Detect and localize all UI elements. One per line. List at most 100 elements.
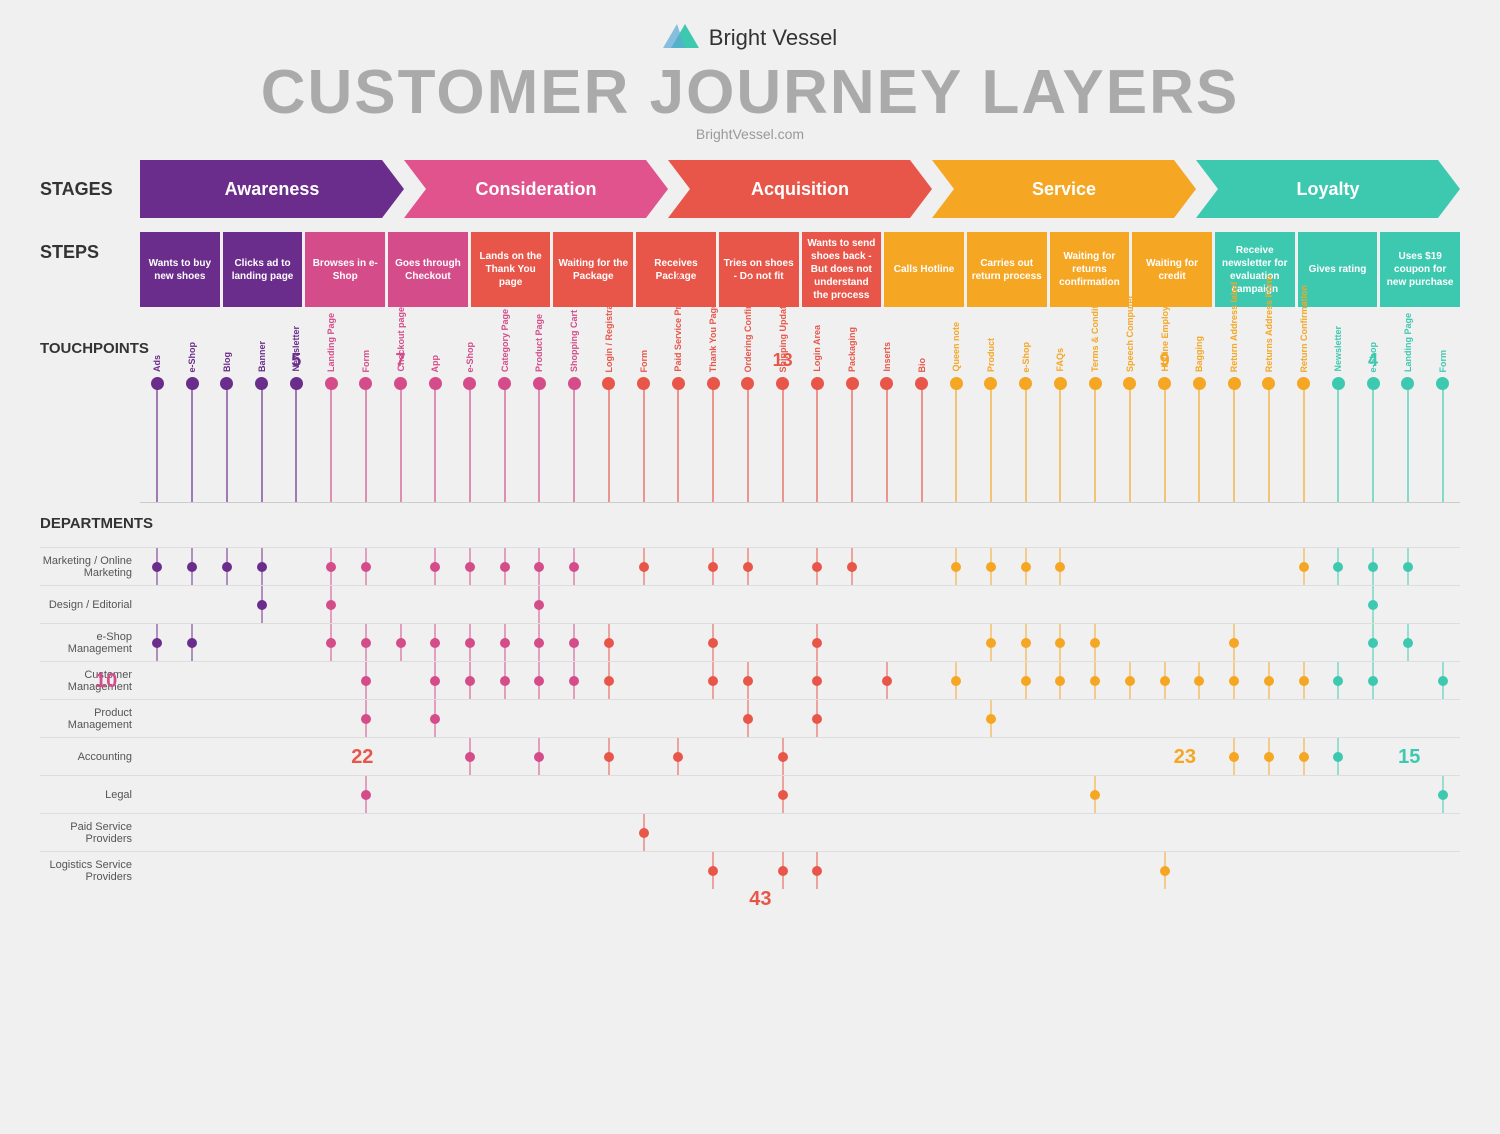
dept-cell-0-29: [1147, 548, 1182, 585]
dept-cell-0-17: [730, 548, 765, 585]
dept-cell-4-6: [348, 700, 383, 737]
dept-dot-0-8: [430, 562, 440, 572]
dept-cell-4-36: [1390, 700, 1425, 737]
dept-cell-4-29: [1147, 700, 1182, 737]
dept-cell-0-8: [418, 548, 453, 585]
dept-cell-0-31: [1217, 548, 1252, 585]
stage-arrow-1: Consideration: [404, 160, 668, 218]
dept-cell-6-3: [244, 776, 279, 813]
tp-label-col-16: Thank You Page: [696, 327, 731, 372]
dept-cell-5-18: [765, 738, 800, 775]
tp-dot-col-10: [487, 372, 522, 502]
dept-dot-0-23: [951, 562, 961, 572]
tp-dot-col-11: [522, 372, 557, 502]
dept-dot-2-6: [361, 638, 371, 648]
dept-dot-3-21: [882, 676, 892, 686]
dept-dot-0-25: [1021, 562, 1031, 572]
dept-row-1: [140, 585, 1460, 623]
dept-cell-7-15: [661, 814, 696, 851]
tp-label-text-36: Landing Page: [1403, 313, 1413, 372]
dept-dot-2-27: [1090, 638, 1100, 648]
dept-dot-6-37: [1438, 790, 1448, 800]
dept-dot-1-5: [326, 600, 336, 610]
dept-dot-2-25: [1021, 638, 1031, 648]
step-box-8: Wants to send shoes back - But does not …: [802, 232, 882, 307]
tp-label-col-23: Queen note: [939, 327, 974, 372]
dept-cell-0-28: [1113, 548, 1148, 585]
dept-cell-1-16: [696, 586, 731, 623]
tp-dot-28: [1123, 377, 1136, 390]
dept-cell-8-21: [869, 852, 904, 889]
dept-cell-7-17: [730, 814, 765, 851]
dept-cell-4-13: [592, 700, 627, 737]
dept-cell-1-37: [1425, 586, 1460, 623]
dept-cell-0-7: [383, 548, 418, 585]
dept-cell-7-13: [592, 814, 627, 851]
tp-line-27: [1094, 380, 1096, 502]
dept-cell-1-26: [1043, 586, 1078, 623]
dept-cell-0-11: [522, 548, 557, 585]
tp-line-29: [1164, 380, 1166, 502]
tp-dot-25: [1019, 377, 1032, 390]
dept-dot-3-12: [569, 676, 579, 686]
dept-cell-8-13: [592, 852, 627, 889]
dept-cell-4-18: [765, 700, 800, 737]
tp-line-15: [677, 380, 679, 502]
dept-cell-3-0: [140, 662, 175, 699]
dept-cell-4-32: [1252, 700, 1287, 737]
tp-dot-23: [950, 377, 963, 390]
dept-cell-7-28: [1113, 814, 1148, 851]
dept-label-6: Legal: [40, 775, 140, 813]
dept-cell-2-6: [348, 624, 383, 661]
dept-cell-0-26: [1043, 548, 1078, 585]
dept-cell-5-31: [1217, 738, 1252, 775]
dept-cell-4-21: [869, 700, 904, 737]
dept-cell-5-14: [626, 738, 661, 775]
tp-dot-7: [394, 377, 407, 390]
dept-cell-7-21: [869, 814, 904, 851]
dept-cell-4-4: [279, 700, 314, 737]
tp-dot-27: [1089, 377, 1102, 390]
tp-label-text-30: Bagging: [1194, 336, 1204, 372]
dept-cell-7-32: [1252, 814, 1287, 851]
tp-line-19: [816, 380, 818, 502]
dept-cell-2-29: [1147, 624, 1182, 661]
tp-dot-2: [220, 377, 233, 390]
dept-cell-8-2: [209, 852, 244, 889]
tp-dot-8: [429, 377, 442, 390]
dept-dot-0-34: [1333, 562, 1343, 572]
tp-label-text-20: Packaging: [847, 327, 857, 372]
dept-cell-1-35: [1356, 586, 1391, 623]
dept-cell-2-11: [522, 624, 557, 661]
step-box-9: Calls Hotline: [884, 232, 964, 307]
dept-label-3: Customer Management: [40, 661, 140, 699]
tp-dot-col-27: [1078, 372, 1113, 502]
tp-dot-col-14: [626, 372, 661, 502]
dept-cell-1-25: [1008, 586, 1043, 623]
dept-cell-0-1: [175, 548, 210, 585]
dept-label-0: Marketing / Online Marketing: [40, 547, 140, 585]
step-box-13: Receive newsletter for evaluation campai…: [1215, 232, 1295, 307]
tp-label-col-11: Product Page: [522, 327, 557, 372]
dept-cell-4-28: [1113, 700, 1148, 737]
tp-dot-col-12: [557, 372, 592, 502]
dept-cell-0-14: [626, 548, 661, 585]
dept-dot-5-31: [1229, 752, 1239, 762]
dept-row-2: [140, 623, 1460, 661]
dept-dot-4-17: [743, 714, 753, 724]
tp-label-col-26: FAQs: [1043, 327, 1078, 372]
dept-cell-7-1: [175, 814, 210, 851]
dept-dot-3-28: [1125, 676, 1135, 686]
tp-label-text-37: Form: [1438, 350, 1448, 373]
dept-cell-5-4: [279, 738, 314, 775]
dept-cell-2-37: [1425, 624, 1460, 661]
dept-cell-3-14: [626, 662, 661, 699]
dept-cell-3-4: [279, 662, 314, 699]
dept-cell-4-16: [696, 700, 731, 737]
dept-cell-0-30: [1182, 548, 1217, 585]
dept-cell-8-6: [348, 852, 383, 889]
dept-cell-3-25: [1008, 662, 1043, 699]
dept-cell-0-13: [592, 548, 627, 585]
dept-cell-6-4: [279, 776, 314, 813]
dept-cell-3-15: [661, 662, 696, 699]
